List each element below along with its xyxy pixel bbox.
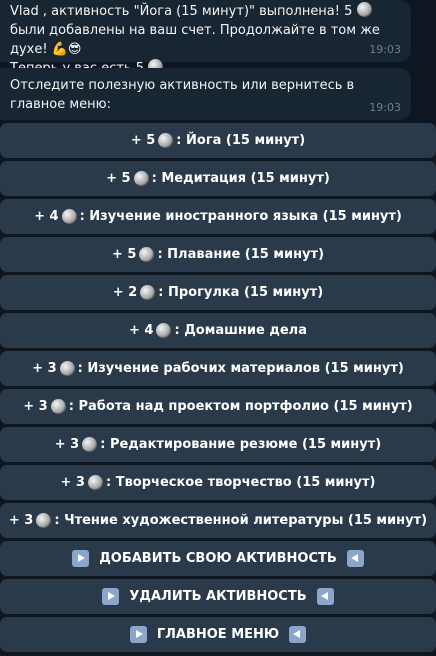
play-button-icon [72,550,90,567]
activity-points: + 3 [54,437,80,452]
activity-button-resume[interactable]: + 3 : Редактирование резюме (15 минут) [0,427,436,462]
moon-coin-icon [158,133,174,148]
moon-coin-icon [61,209,77,224]
activity-button-walk[interactable]: + 2 : Прогулка (15 минут) [0,275,436,310]
muscle-sunglasses-emoji: 💪😎 [51,42,82,57]
activity-points: + 5 [106,171,131,186]
activity-button-reading[interactable]: + 3 : Чтение художественной литературы (… [0,503,436,538]
activity-button-portfolio[interactable]: + 3 : Работа над проектом портфолио (15 … [0,389,436,424]
message-timestamp: 19:03 [369,101,401,114]
activity-points: + 5 [111,247,137,262]
message-bubble-track-activity: Отследите полезную активность или вернит… [0,68,411,120]
activity-button-work-materials[interactable]: + 3 : Изучение рабочих материалов (15 ми… [0,351,436,386]
activity-points: + 2 [112,285,138,300]
play-button-icon [129,626,147,643]
moon-coin-icon [36,513,52,528]
main-menu-label: ГЛАВНОЕ МЕНЮ [156,627,280,642]
activity-label: : Работа над проектом портфолио (15 мину… [68,399,413,414]
reverse-button-icon [289,626,307,643]
activity-points: + 3 [60,475,85,490]
activity-points: + 4 [129,323,154,338]
activity-points: + 3 [32,361,57,376]
activity-label: : Изучение иностранного языка (15 минут) [79,209,402,224]
activity-label: : Чтение художественной литературы (15 м… [54,513,428,528]
activity-label: : Медитация (15 минут) [151,171,330,186]
activity-button-yoga[interactable]: + 5 : Йога (15 минут) [0,123,436,158]
delete-activity-button[interactable]: УДАЛИТЬ АКТИВНОСТЬ [0,579,436,614]
main-menu-button[interactable]: ГЛАВНОЕ МЕНЮ [0,617,436,652]
activity-label: : Плавание (15 минут) [157,247,325,262]
moon-coin-icon [59,361,75,376]
activity-points: + 5 [130,133,156,148]
add-activity-label: ДОБАВИТЬ СВОЮ АКТИВНОСТЬ [99,551,337,566]
moon-coin-icon [356,2,372,17]
activity-label: : Изучение рабочих материалов (15 минут) [77,361,404,376]
moon-coin-icon [82,437,98,452]
activity-points: + 3 [23,399,48,414]
activity-button-housework[interactable]: + 4 : Домашние дела [0,313,436,348]
moon-coin-icon [140,285,156,300]
activity-label: : Творческое творчество (15 минут) [105,475,376,490]
delete-activity-label: УДАЛИТЬ АКТИВНОСТЬ [129,589,307,604]
activity-label: : Прогулка (15 минут) [158,285,324,300]
reverse-button-icon [316,588,334,605]
message-text-part1: Vlad , активность "Йога (15 минут)" выпо… [10,4,353,19]
message-bubble-activity-completed: Vlad , активность "Йога (15 минут)" выпо… [0,0,411,76]
moon-coin-icon [156,323,172,338]
activity-button-meditation[interactable]: + 5 : Медитация (15 минут) [0,161,436,196]
moon-coin-icon [50,399,66,414]
activity-button-swimming[interactable]: + 5 : Плавание (15 минут) [0,237,436,272]
chat-area: Vlad , активность "Йога (15 минут)" выпо… [0,0,436,656]
reverse-button-icon [346,550,364,567]
activity-points: + 4 [34,209,59,224]
activity-label: : Домашние дела [174,323,307,338]
message-timestamp: 19:03 [369,43,401,56]
activity-label: : Редактирование резюме (15 минут) [100,437,382,452]
activity-points: + 3 [8,513,34,528]
play-button-icon [102,588,120,605]
moon-coin-icon [133,171,149,186]
add-activity-button[interactable]: ДОБАВИТЬ СВОЮ АКТИВНОСТЬ [0,541,436,576]
activity-label: : Йога (15 минут) [176,133,306,148]
message-text: Отследите полезную активность или вернит… [10,78,355,112]
moon-coin-icon [139,247,155,262]
activity-button-creative[interactable]: + 3 : Творческое творчество (15 минут) [0,465,436,500]
activity-button-foreign-language[interactable]: + 4 : Изучение иностранного языка (15 ми… [0,199,436,234]
moon-coin-icon [87,475,103,490]
